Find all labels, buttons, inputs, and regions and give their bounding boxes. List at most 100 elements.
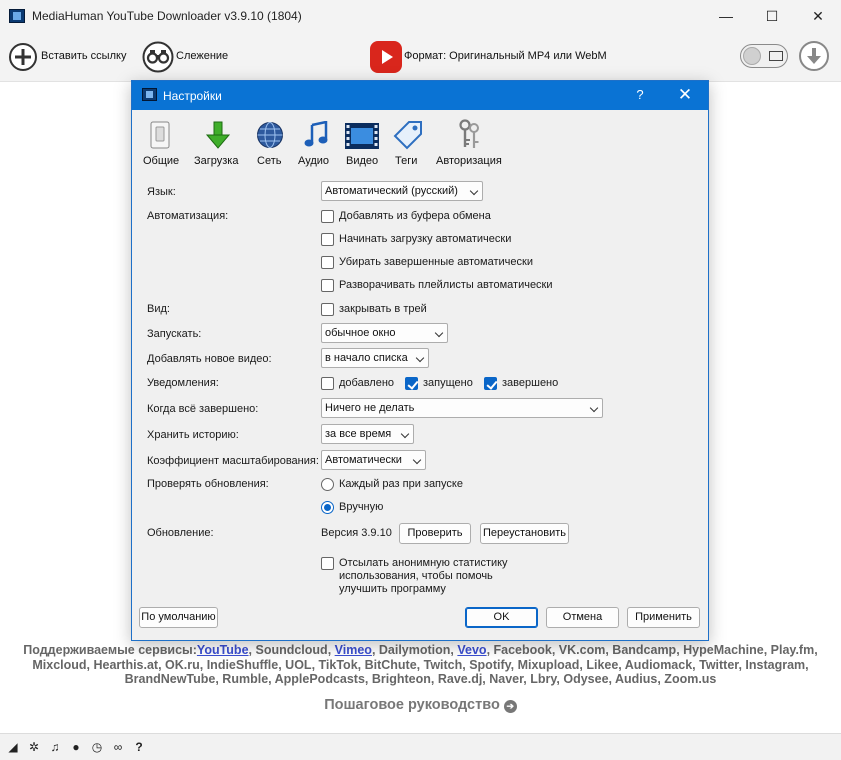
vevo-link[interactable]: Vevo: [457, 643, 486, 657]
keys-icon: [459, 119, 479, 148]
tab-general-label: Общие: [143, 155, 180, 167]
close-to-tray-label: закрывать в трей: [339, 303, 427, 315]
window-titlebar: MediaHuman YouTube Downloader v3.9.10 (1…: [0, 0, 841, 32]
theater-mode-toggle[interactable]: [740, 44, 788, 68]
download-arrow-icon: [205, 121, 231, 149]
add-new-video-label: Добавлять новое видео:: [147, 353, 272, 365]
close-to-tray-checkbox[interactable]: [321, 303, 334, 316]
auto-remove-label: Убирать завершенные автоматически: [339, 256, 533, 268]
auto-expand-checkbox[interactable]: [321, 279, 334, 292]
update-each-start-radio[interactable]: [321, 478, 334, 491]
dialog-close-button[interactable]: ✕: [674, 85, 696, 105]
auto-clipboard-label: Добавлять из буфера обмена: [339, 210, 491, 222]
tracking-label: Слежение: [176, 50, 229, 62]
cancel-button[interactable]: Отмена: [546, 607, 619, 628]
launch-value: обычное окно: [325, 327, 396, 339]
notify-added-checkbox[interactable]: [321, 377, 334, 390]
auto-clipboard-checkbox[interactable]: [321, 210, 334, 223]
services-sep-1: , Soundcloud,: [248, 643, 335, 657]
version-text: Версия 3.9.10: [321, 527, 392, 539]
check-update-button[interactable]: Проверить: [399, 523, 471, 544]
notifications-label: Уведомления:: [147, 377, 219, 389]
globe-icon: [257, 122, 283, 148]
help-icon[interactable]: ?: [132, 740, 146, 754]
gear-icon[interactable]: ✲: [27, 740, 41, 754]
settings-dialog: Настройки ? ✕ Общие Загрузка Сеть Аудио …: [131, 80, 709, 641]
history-select[interactable]: за все время: [321, 424, 414, 444]
update-each-start-label: Каждый раз при запуске: [339, 478, 463, 490]
tracking-button[interactable]: Слежение: [142, 40, 232, 74]
arrow-circle-icon: ➔: [503, 700, 517, 713]
language-select[interactable]: Автоматический (русский): [321, 181, 483, 201]
format-label: Формат: Оригинальный MP4 или WebM: [404, 50, 607, 62]
arrow-down-icon: [807, 48, 821, 64]
maximize-button[interactable]: ☐: [749, 0, 795, 32]
restore-defaults-button[interactable]: По умолчанию: [139, 607, 218, 628]
scale-select[interactable]: Автоматически: [321, 450, 426, 470]
notify-finished-checkbox[interactable]: [484, 377, 497, 390]
view-label: Вид:: [147, 303, 170, 315]
chevron-down-icon: [589, 403, 599, 413]
auto-remove-checkbox[interactable]: [321, 256, 334, 269]
notify-finished-label: завершено: [502, 377, 559, 389]
binoculars-icon: [142, 41, 174, 73]
scale-label: Коэффициент масштабирования:: [147, 455, 319, 467]
check-updates-label: Проверять обновления:: [147, 478, 269, 490]
youtube-link[interactable]: YouTube: [197, 643, 249, 657]
chevron-down-icon: [434, 328, 444, 338]
send-stats-line-2: использования, чтобы помочь: [339, 570, 493, 582]
notify-started-label: запущено: [423, 377, 473, 389]
scale-value: Автоматически: [325, 454, 402, 466]
dialog-help-button[interactable]: ?: [632, 87, 648, 102]
download-all-button[interactable]: [799, 41, 829, 71]
reinstall-button[interactable]: Переустановить: [480, 523, 569, 544]
supported-services: Поддерживаемые сервисы:YouTube, Soundclo…: [0, 643, 841, 687]
when-done-label: Когда всё завершено:: [147, 403, 259, 415]
apply-button[interactable]: Применить: [627, 607, 700, 628]
add-new-video-value: в начало списка: [325, 352, 408, 364]
guide-label: Пошаговое руководство: [324, 697, 500, 713]
close-button[interactable]: ✕: [795, 0, 841, 32]
paste-link-button[interactable]: Вставить ссылку: [8, 40, 132, 74]
tab-video-label: Видео: [346, 155, 379, 167]
window-title: MediaHuman YouTube Downloader v3.9.10 (1…: [32, 9, 302, 23]
vimeo-link[interactable]: Vimeo: [335, 643, 372, 657]
language-value: Автоматический (русский): [325, 185, 458, 197]
guide-link[interactable]: Пошаговое руководство ➔: [0, 697, 841, 713]
auto-start-checkbox[interactable]: [321, 233, 334, 246]
update-label: Обновление:: [147, 527, 214, 539]
toggle-knob: [743, 47, 761, 65]
switch-icon: [150, 121, 170, 149]
format-button[interactable]: Формат: Оригинальный MP4 или WebM: [370, 32, 630, 82]
dialog-title: Настройки: [163, 89, 222, 103]
auto-expand-label: Разворачивать плейлисты автоматически: [339, 279, 553, 291]
send-stats-checkbox[interactable]: [321, 557, 334, 570]
film-strip-icon: [345, 123, 379, 149]
services-prefix: Поддерживаемые сервисы:: [23, 643, 197, 657]
snail-icon[interactable]: ●: [69, 740, 83, 754]
chevron-down-icon: [469, 186, 479, 196]
add-new-video-select[interactable]: в начало списка: [321, 348, 429, 368]
main-toolbar: Вставить ссылку Слежение Формат: Оригина…: [0, 32, 841, 82]
send-stats-line-1: Отсылать анонимную статистику: [339, 557, 508, 569]
chevron-down-icon: [400, 429, 410, 439]
minimize-button[interactable]: —: [703, 0, 749, 32]
clock-icon[interactable]: ◷: [90, 740, 104, 754]
player-icon: [769, 51, 783, 61]
when-done-select[interactable]: Ничего не делать: [321, 398, 603, 418]
history-label: Хранить историю:: [147, 429, 239, 441]
binoculars-small-icon[interactable]: ∞: [111, 740, 125, 754]
dialog-titlebar: Настройки ? ✕: [132, 81, 708, 110]
update-manual-label: Вручную: [339, 501, 384, 513]
music-note-icon[interactable]: ♫: [48, 740, 62, 754]
launch-select[interactable]: обычное окно: [321, 323, 448, 343]
broom-icon[interactable]: ◢: [6, 740, 20, 754]
tag-icon: [393, 121, 422, 150]
ok-button[interactable]: OK: [465, 607, 538, 628]
update-manual-radio[interactable]: [321, 501, 334, 514]
dialog-film-icon: [142, 88, 157, 101]
automation-label: Автоматизация:: [147, 210, 229, 222]
send-stats-line-3: улучшить программу: [339, 583, 446, 595]
app-film-icon: [9, 9, 25, 23]
notify-started-checkbox[interactable]: [405, 377, 418, 390]
